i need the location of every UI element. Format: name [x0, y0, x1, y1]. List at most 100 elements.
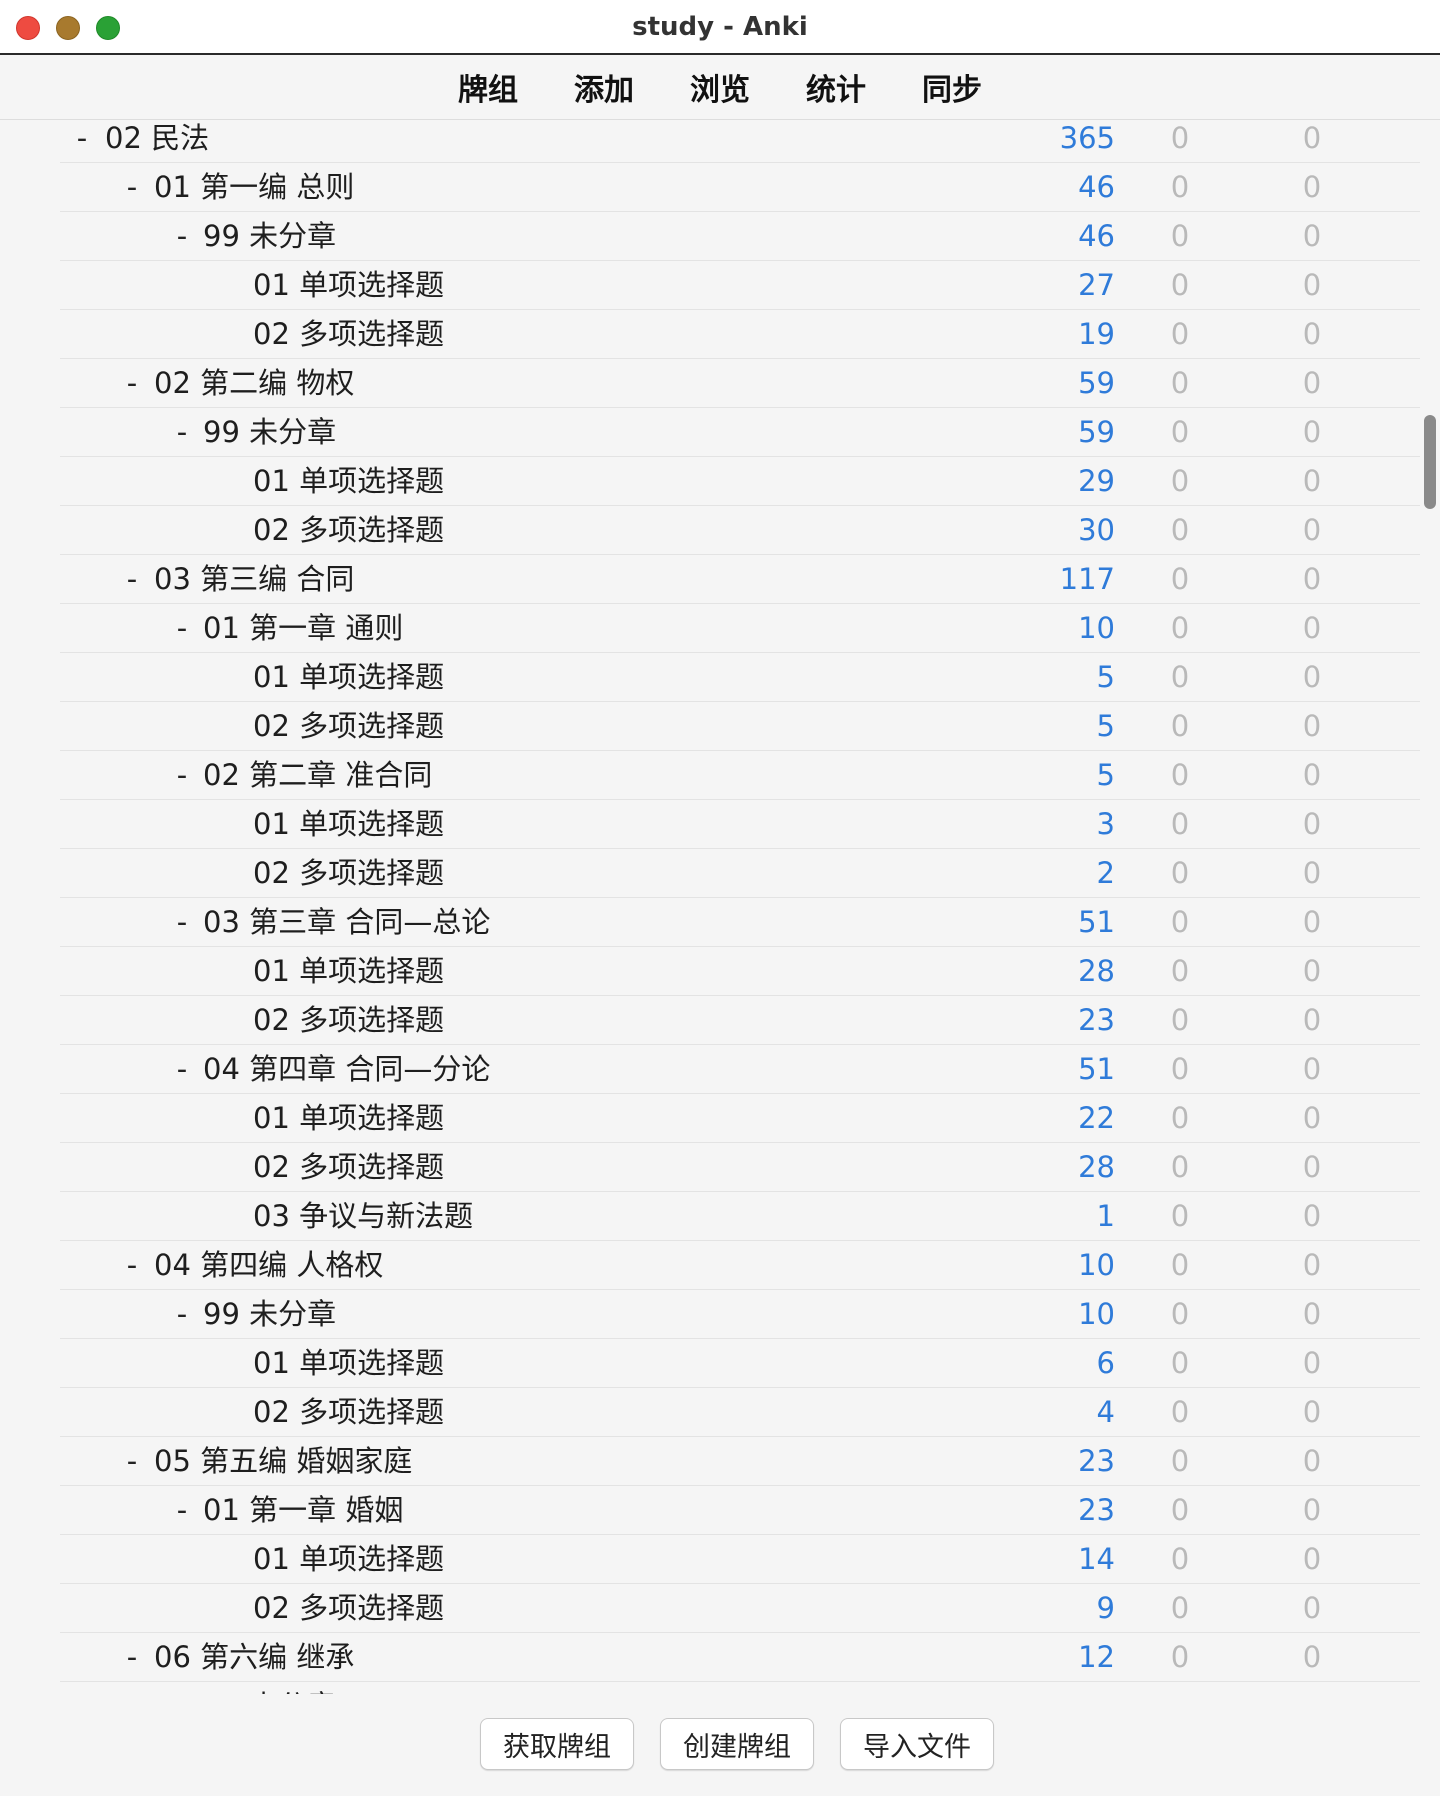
deck-name-link[interactable]: 01 单项选择题: [253, 653, 444, 701]
deck-name-link[interactable]: 02 多项选择题: [253, 702, 444, 750]
deck-name-link[interactable]: 02 第二编 物权: [154, 359, 354, 407]
vertical-scrollbar[interactable]: [1424, 415, 1436, 509]
deck-name-link[interactable]: 01 第一章 婚姻: [203, 1486, 403, 1534]
deck-name-link[interactable]: 04 第四编 人格权: [154, 1241, 383, 1289]
deck-name-link[interactable]: 03 第三章 合同—总论: [203, 898, 490, 946]
deck-name-link[interactable]: 03 第三编 合同: [154, 555, 354, 603]
deck-name-link[interactable]: 99 未分章: [203, 212, 336, 260]
deck-name-link[interactable]: 01 单项选择题: [253, 457, 444, 505]
deck-row[interactable]: 02 多项选择题 19 0 0: [60, 310, 1420, 359]
learn-count: 0: [1170, 1395, 1190, 1429]
deck-row[interactable]: -04 第四章 合同—分论 51 0 0: [60, 1045, 1420, 1094]
deck-name-link[interactable]: 05 第五编 婚姻家庭: [154, 1437, 412, 1485]
toolbar-decks-link[interactable]: 牌组: [458, 61, 518, 113]
deck-name-link[interactable]: 02 多项选择题: [253, 849, 444, 897]
deck-row[interactable]: -01 第一章 婚姻 23 0 0: [60, 1486, 1420, 1535]
deck-name-link[interactable]: 06 第六编 继承: [154, 1633, 354, 1681]
deck-row[interactable]: -04 第四编 人格权 10 0 0: [60, 1241, 1420, 1290]
deck-row[interactable]: -03 第三编 合同 117 0 0: [60, 555, 1420, 604]
new-count: 19: [1078, 317, 1115, 351]
collapse-toggle[interactable]: -: [122, 1437, 142, 1485]
deck-name-link[interactable]: 01 单项选择题: [253, 1094, 444, 1142]
collapse-toggle[interactable]: -: [122, 359, 142, 407]
get-shared-decks-button[interactable]: 获取牌组: [480, 1718, 634, 1770]
deck-row[interactable]: 02 多项选择题 28 0 0: [60, 1143, 1420, 1192]
deck-name-link[interactable]: 02 多项选择题: [253, 310, 444, 358]
collapse-toggle[interactable]: -: [172, 1290, 192, 1338]
deck-row[interactable]: -01 第一编 总则 46 0 0: [60, 163, 1420, 212]
collapse-toggle[interactable]: -: [172, 751, 192, 799]
deck-row[interactable]: 02 多项选择题 9 0 0: [60, 1584, 1420, 1633]
deck-name-link[interactable]: 01 第一编 总则: [154, 163, 354, 211]
collapse-toggle[interactable]: -: [122, 1241, 142, 1289]
deck-name-link[interactable]: 02 多项选择题: [253, 1388, 444, 1436]
deck-name-link[interactable]: 01 单项选择题: [253, 261, 444, 309]
deck-name-link[interactable]: 02 第二章 准合同: [203, 751, 432, 799]
collapse-toggle[interactable]: -: [72, 120, 92, 162]
deck-row[interactable]: 01 单项选择题 29 0 0: [60, 457, 1420, 506]
learn-count: 0: [1170, 1444, 1190, 1478]
toolbar-sync-link[interactable]: 同步: [922, 61, 982, 113]
create-deck-button[interactable]: 创建牌组: [660, 1718, 814, 1770]
deck-row[interactable]: -02 第二编 物权 59 0 0: [60, 359, 1420, 408]
collapse-toggle[interactable]: -: [172, 1486, 192, 1534]
deck-row[interactable]: 02 多项选择题 2 0 0: [60, 849, 1420, 898]
new-count: 51: [1078, 905, 1115, 939]
deck-row[interactable]: 02 多项选择题 4 0 0: [60, 1388, 1420, 1437]
review-count: 0: [1302, 170, 1322, 204]
deck-row[interactable]: -99 未分章 46 0 0: [60, 212, 1420, 261]
toolbar-stats-link[interactable]: 统计: [806, 61, 866, 113]
collapse-toggle[interactable]: -: [122, 163, 142, 211]
new-count: 28: [1078, 954, 1115, 988]
deck-row[interactable]: 03 争议与新法题 1 0 0: [60, 1192, 1420, 1241]
deck-row[interactable]: -05 第五编 婚姻家庭 23 0 0: [60, 1437, 1420, 1486]
deck-row[interactable]: 02 多项选择题 30 0 0: [60, 506, 1420, 555]
deck-name-link[interactable]: 99 未分章: [203, 1682, 336, 1694]
import-file-button[interactable]: 导入文件: [840, 1718, 994, 1770]
collapse-toggle[interactable]: -: [172, 1682, 192, 1694]
deck-row[interactable]: 01 单项选择题 5 0 0: [60, 653, 1420, 702]
deck-row[interactable]: 01 单项选择题 22 0 0: [60, 1094, 1420, 1143]
deck-name-link[interactable]: 02 民法: [105, 120, 209, 162]
deck-row[interactable]: -06 第六编 继承 12 0 0: [60, 1633, 1420, 1682]
deck-name-link[interactable]: 02 多项选择题: [253, 506, 444, 554]
collapse-toggle[interactable]: -: [122, 1633, 142, 1681]
deck-name-link[interactable]: 01 单项选择题: [253, 800, 444, 848]
deck-name-link[interactable]: 02 多项选择题: [253, 1143, 444, 1191]
deck-name-link[interactable]: 04 第四章 合同—分论: [203, 1045, 490, 1093]
learn-count: 0: [1170, 1346, 1190, 1380]
deck-row[interactable]: -99 未分章 59 0 0: [60, 408, 1420, 457]
deck-row[interactable]: 02 多项选择题 5 0 0: [60, 702, 1420, 751]
deck-row[interactable]: -99 未分章 10 0 0: [60, 1290, 1420, 1339]
collapse-toggle[interactable]: -: [172, 604, 192, 652]
deck-name-link[interactable]: 01 单项选择题: [253, 947, 444, 995]
deck-row[interactable]: 01 单项选择题 3 0 0: [60, 800, 1420, 849]
toolbar-browse-link[interactable]: 浏览: [690, 61, 750, 113]
deck-row[interactable]: -01 第一章 通则 10 0 0: [60, 604, 1420, 653]
deck-name-link[interactable]: 99 未分章: [203, 408, 336, 456]
deck-name-link[interactable]: 99 未分章: [203, 1290, 336, 1338]
deck-name-link[interactable]: 01 第一章 通则: [203, 604, 403, 652]
deck-row[interactable]: 01 单项选择题 6 0 0: [60, 1339, 1420, 1388]
deck-name-link[interactable]: 01 单项选择题: [253, 1339, 444, 1387]
deck-row[interactable]: -02 第二章 准合同 5 0 0: [60, 751, 1420, 800]
deck-name-link[interactable]: 01 单项选择题: [253, 1535, 444, 1583]
deck-row[interactable]: 01 单项选择题 28 0 0: [60, 947, 1420, 996]
deck-name-link[interactable]: 02 多项选择题: [253, 1584, 444, 1632]
collapse-toggle[interactable]: -: [122, 555, 142, 603]
deck-row[interactable]: -99 未分章 12 0 0: [60, 1682, 1420, 1694]
deck-row[interactable]: -02 民法 365 0 0: [60, 120, 1420, 163]
deck-browser[interactable]: -02 民法 365 0 0-01 第一编 总则 46 0 0-99 未分章 46 0 0 01 单…: [0, 120, 1440, 1694]
deck-row[interactable]: 01 单项选择题 27 0 0: [60, 261, 1420, 310]
collapse-toggle[interactable]: -: [172, 408, 192, 456]
collapse-toggle[interactable]: -: [172, 1045, 192, 1093]
deck-name-link[interactable]: 03 争议与新法题: [253, 1192, 473, 1240]
collapse-toggle[interactable]: -: [172, 212, 192, 260]
new-count: 117: [1059, 562, 1115, 596]
deck-row[interactable]: 01 单项选择题 14 0 0: [60, 1535, 1420, 1584]
deck-row[interactable]: -03 第三章 合同—总论 51 0 0: [60, 898, 1420, 947]
collapse-toggle[interactable]: -: [172, 898, 192, 946]
deck-name-link[interactable]: 02 多项选择题: [253, 996, 444, 1044]
toolbar-add-link[interactable]: 添加: [574, 61, 634, 113]
deck-row[interactable]: 02 多项选择题 23 0 0: [60, 996, 1420, 1045]
